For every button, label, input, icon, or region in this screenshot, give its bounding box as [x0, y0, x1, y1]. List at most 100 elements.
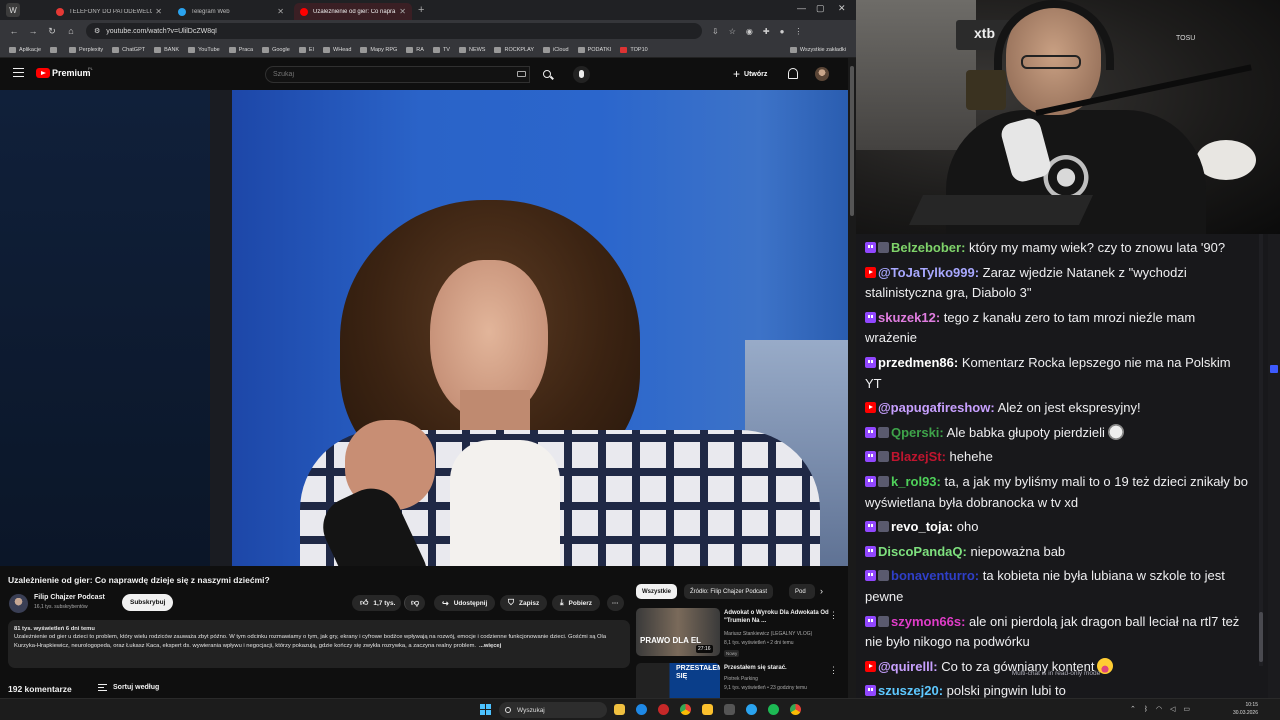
video-player[interactable] — [0, 90, 848, 566]
keyboard-icon[interactable] — [517, 71, 526, 77]
chrome-icon[interactable] — [680, 704, 691, 715]
recommendation-channel[interactable]: Mariusz Stankiewicz (LEGALNY VLOG) — [724, 631, 812, 637]
extension-icon[interactable]: ◉ — [746, 27, 753, 36]
windows-start-icon[interactable] — [480, 704, 491, 715]
chat-username[interactable]: revo_toja: — [891, 519, 953, 534]
recommendation-title[interactable]: Adwokat o Wyroku Dla Adwokata Od "Trumie… — [724, 610, 832, 626]
window-menu-icon[interactable]: W — [6, 3, 20, 17]
bookmark-item[interactable]: WHead — [323, 46, 351, 53]
download-button[interactable]: ⤓ Pobierz — [552, 595, 601, 611]
bookmark-item[interactable]: ChatGPT — [112, 46, 145, 53]
tab-telefony[interactable]: TELEFONY DO PATODEWELOPE ✕ — [50, 3, 168, 20]
more-vert-icon[interactable]: ⋮ — [829, 610, 838, 621]
dislike-button[interactable]: 👎︎ — [404, 595, 426, 611]
bookmark-item[interactable]: YouTube — [188, 46, 220, 53]
maximize-icon[interactable]: ▢ — [816, 3, 825, 14]
extensions-puzzle-icon[interactable]: ✚ — [763, 27, 770, 36]
bookmark-item[interactable] — [50, 46, 60, 53]
bookmark-item[interactable]: RA — [406, 46, 424, 53]
chat-username[interactable]: skuzek12: — [878, 310, 940, 325]
chat-username[interactable]: Qperski: — [891, 425, 944, 440]
video-description[interactable]: 81 tys. wyświetleń 6 dni temu Uzależnien… — [8, 620, 630, 668]
avatar[interactable] — [815, 67, 829, 81]
chat-username[interactable]: przedmen86: — [878, 355, 958, 370]
chat-username[interactable]: szymon66s: — [891, 614, 965, 629]
home-icon[interactable]: ⌂ — [66, 26, 76, 36]
clock[interactable]: 10:15 30.03.2026 — [1210, 702, 1258, 717]
chip-podcasts[interactable]: Pod — [789, 584, 815, 599]
recommendation-thumbnail[interactable]: PRZESTAŁEM SIĘ — [636, 663, 720, 698]
chat-username[interactable]: DiscoPandaQ: — [878, 544, 967, 559]
youtube-logo-text[interactable]: Premium — [52, 68, 91, 78]
bookmark-item[interactable]: iCloud — [543, 46, 569, 53]
description-more-link[interactable]: ...więcej — [479, 643, 501, 649]
bookmark-item[interactable]: Aplikacje — [9, 46, 41, 53]
like-button[interactable]: 👍︎ 1,7 tys. — [352, 595, 402, 611]
chrome-active-icon[interactable] — [790, 704, 801, 715]
all-bookmarks[interactable]: Wszystkie zakładki — [789, 46, 846, 53]
more-vert-icon[interactable]: ⋮ — [829, 665, 838, 676]
bookmark-item[interactable]: EI — [298, 46, 314, 53]
system-tray[interactable]: ⌃ ᛒ ◠ ◁ ▭ — [1130, 705, 1190, 713]
recommendation-title[interactable]: Przestałem się starać. — [724, 665, 832, 673]
search-input[interactable] — [265, 66, 530, 83]
file-explorer-icon[interactable] — [614, 704, 625, 715]
site-info-icon[interactable]: ⚙ — [94, 27, 100, 35]
scrollbar-thumb[interactable] — [1259, 612, 1263, 662]
bookmark-star-icon[interactable]: ☆ — [729, 27, 736, 36]
chat-username[interactable]: @ToJaTylko999: — [878, 265, 979, 280]
chat-username[interactable]: @papugafireshow: — [878, 400, 995, 415]
url-field[interactable]: ⚙ youtube.com/watch?v=UlilDcZW8qI — [86, 23, 702, 39]
new-tab-icon[interactable]: + — [418, 4, 424, 16]
chat-username[interactable]: Belzebober: — [891, 240, 965, 255]
bookmark-item[interactable]: Praca — [228, 46, 253, 53]
chevron-right-icon[interactable]: › — [820, 586, 823, 596]
bookmark-item[interactable]: PODATKI — [577, 46, 611, 53]
minimize-icon[interactable]: — — [797, 3, 806, 13]
page-scrollbar[interactable] — [848, 58, 856, 698]
bluetooth-icon[interactable]: ᛒ — [1144, 706, 1148, 713]
reload-icon[interactable]: ↻ — [47, 26, 57, 37]
chip-from-channel[interactable]: Źródło: Filip Chajzer Podcast — [684, 584, 774, 599]
chip-all[interactable]: Wszystkie — [636, 584, 678, 599]
bookmark-item[interactable]: TV — [432, 46, 450, 53]
back-icon[interactable]: ← — [9, 26, 19, 36]
opera-icon[interactable] — [658, 704, 669, 715]
close-tab-icon[interactable]: ✕ — [399, 7, 406, 16]
recommendation-item[interactable]: PRZESTAŁEM SIĘ Przestałem się starać. Pi… — [636, 663, 846, 698]
profile-icon[interactable]: ● — [780, 27, 785, 36]
close-window-icon[interactable]: ✕ — [838, 3, 846, 14]
microphone-icon[interactable] — [573, 66, 590, 83]
notifications-bell-icon[interactable] — [788, 68, 798, 79]
tab-youtube-video[interactable]: Uzależnienie od gier: Co napra ✕ — [294, 3, 412, 20]
install-icon[interactable]: ⇩ — [712, 27, 719, 36]
youtube-logo-icon[interactable] — [36, 68, 50, 78]
close-tab-icon[interactable]: ✕ — [155, 7, 162, 16]
menu-icon[interactable] — [13, 68, 24, 77]
save-button[interactable]: ⛉ Zapisz — [500, 595, 548, 611]
volume-icon[interactable]: ◁ — [1170, 706, 1175, 713]
taskbar-search[interactable]: Wyszukaj — [499, 702, 607, 718]
chevron-up-icon[interactable]: ⌃ — [1130, 706, 1136, 713]
recommendation-item[interactable]: PRAWO DLA EL 27:16 Adwokat o Wyroku Dla … — [636, 608, 846, 660]
bookmark-item[interactable]: TOP10 — [620, 46, 648, 53]
recommendation-channel[interactable]: Piotrek Parking — [724, 676, 758, 682]
notes-icon[interactable] — [702, 704, 713, 715]
bookmark-item[interactable]: NEWS — [458, 46, 485, 53]
bookmark-item[interactable]: Perplexity — [69, 46, 103, 53]
subscribe-button[interactable]: Subskrybuj — [122, 594, 174, 611]
scrollbar-thumb[interactable] — [850, 66, 854, 216]
channel-name[interactable]: Filip Chajzer Podcast — [34, 594, 105, 601]
battery-icon[interactable]: ▭ — [1183, 706, 1190, 713]
bookmark-item[interactable]: ROCKPLAY — [494, 46, 534, 53]
browser-menu-icon[interactable]: ⋮ — [794, 27, 802, 36]
forward-icon[interactable]: → — [28, 26, 38, 36]
tab-telegram[interactable]: Telegram Web ✕ — [172, 3, 290, 20]
chat-username[interactable]: BlazejSt: — [891, 449, 946, 464]
telegram-icon[interactable] — [746, 704, 757, 715]
share-button[interactable]: ↪ Udostępnij — [434, 595, 496, 611]
close-tab-icon[interactable]: ✕ — [277, 7, 284, 16]
more-actions-button[interactable]: ··· — [607, 595, 624, 611]
edge-icon[interactable] — [636, 704, 647, 715]
spotify-icon[interactable] — [768, 704, 779, 715]
